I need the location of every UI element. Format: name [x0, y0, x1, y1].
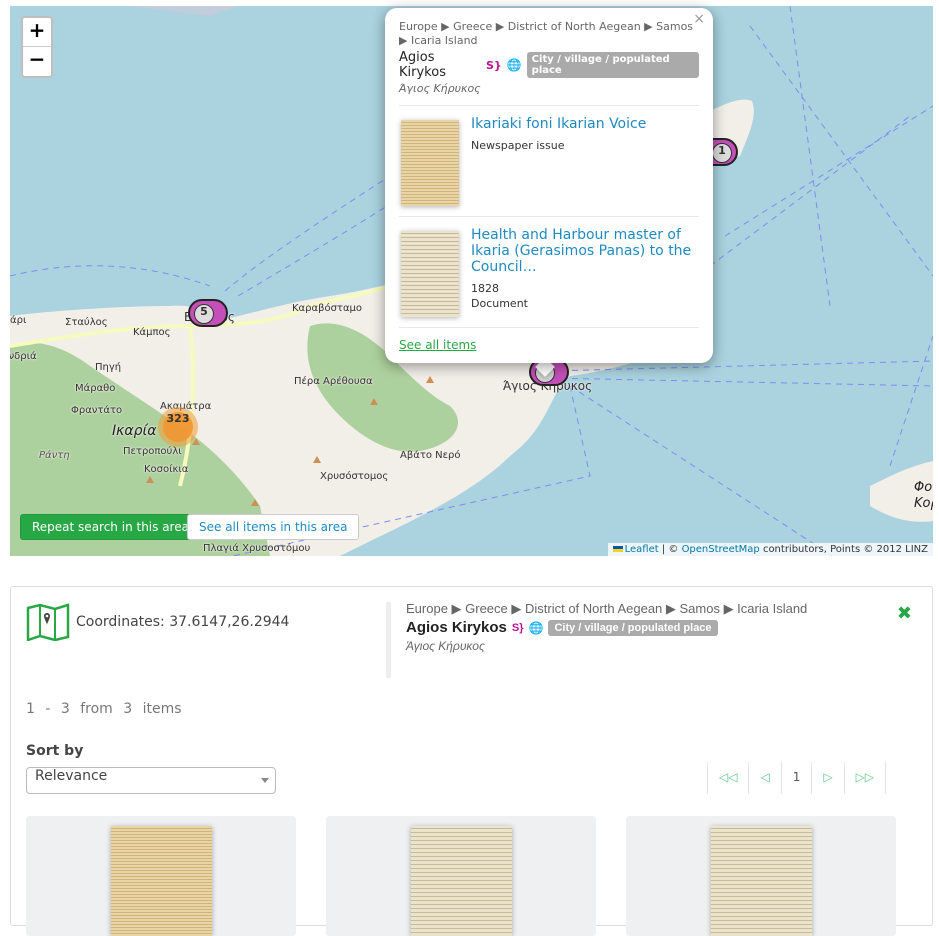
item-type: Newspaper issue: [471, 139, 565, 152]
results-panel: Coordinates: 37.6147,26.2944 Europe ▶ Gr…: [10, 586, 933, 936]
osm-link[interactable]: OpenStreetMap: [682, 544, 760, 555]
map-label-andria: ανδριά: [10, 351, 37, 362]
sort-label: Sort by: [26, 743, 84, 759]
close-icon[interactable]: ✖: [897, 603, 912, 624]
next-page-button[interactable]: ▷: [811, 762, 843, 794]
peak-icon: [313, 456, 321, 463]
result-card[interactable]: [626, 816, 896, 936]
map-pin-icon: [26, 603, 70, 641]
map-label-maratho: Μάραθο: [75, 383, 116, 394]
map-label-chrysostomos: Χρυσόστομος: [320, 471, 389, 482]
map-label-avato-nero: Αβάτο Νερό: [400, 450, 461, 461]
item-type: Document: [471, 297, 528, 310]
see-all-items-link[interactable]: See all items: [399, 338, 699, 352]
repeat-search-button[interactable]: Repeat search in this area: [20, 514, 201, 540]
cluster-count: 1: [712, 143, 732, 163]
result-count: 1 - 3 from 3 items: [26, 701, 182, 717]
attribution-text: contributors, Points © 2012 LINZ: [759, 544, 928, 555]
map-attribution: Leaflet | © OpenStreetMap contributors, …: [607, 543, 933, 556]
popup-close-button[interactable]: ×: [693, 11, 705, 27]
place-type-badge: City / village / populated place: [548, 619, 718, 636]
pagination: ◁◁ ◁ 1 ▷ ▷▷: [707, 762, 887, 794]
peak-icon: [370, 398, 378, 405]
divider: [399, 105, 699, 106]
map-label-ari: άρι: [10, 315, 27, 326]
see-all-in-area-button[interactable]: See all items in this area: [187, 514, 360, 540]
map-label-ikaria: Ικαρία: [112, 423, 157, 439]
cluster-marker[interactable]: 5: [188, 299, 228, 327]
attribution-separator: | ©: [658, 544, 682, 555]
map-label-pigi: Πηγή: [95, 362, 122, 373]
sparql-icon[interactable]: S}: [486, 59, 502, 72]
zoom-in-button[interactable]: +: [23, 18, 51, 47]
coordinates-text: Coordinates: 37.6147,26.2944: [76, 614, 290, 630]
place-type-badge: City / village / populated place: [526, 52, 699, 78]
item-date: 1828: [471, 282, 499, 295]
cluster-count: 5: [194, 304, 214, 324]
leaflet-link[interactable]: Leaflet: [625, 544, 659, 555]
sort-selected-value: Relevance: [35, 768, 108, 784]
sparql-icon[interactable]: S}: [512, 622, 524, 634]
divider: [399, 327, 699, 328]
map-label-petropouli: Πετροπούλι: [123, 446, 182, 457]
map-label-plagia: Πλαγιά Χρυσοστόμου: [203, 543, 311, 554]
ukraine-flag-icon: [612, 546, 623, 552]
peak-icon: [251, 499, 259, 506]
popup-item[interactable]: Health and Harbour master of Ikaria (Ger…: [399, 227, 699, 327]
current-page[interactable]: 1: [780, 762, 812, 794]
map-label-fournoi-2: Κορ: [914, 496, 933, 511]
map-label-frantato: Φραντάτο: [71, 405, 123, 416]
panel-greek-name: Άγιος Κήρυκος: [406, 639, 485, 653]
result-thumbnail[interactable]: [411, 826, 512, 936]
map-label-kosoikia: Κοσοίκια: [144, 464, 189, 475]
first-page-button[interactable]: ◁◁: [707, 762, 748, 794]
peak-icon: [426, 376, 434, 383]
popup-place-row: Agios Kirykos S} 🌐 City / village / popu…: [399, 50, 699, 80]
map-label-fournoi-1: Φο: [914, 480, 933, 495]
sort-select[interactable]: Relevance: [26, 767, 276, 794]
zoom-control: + −: [21, 16, 53, 78]
popup-breadcrumb: Europe ▶ Greece ▶ District of North Aege…: [399, 20, 694, 47]
chevron-down-icon: [261, 778, 269, 783]
map-label-stavlos: Σταύλος: [65, 317, 108, 328]
result-card[interactable]: [326, 816, 596, 936]
divider: [399, 216, 699, 217]
map-label-kampos: Κάμπος: [133, 327, 171, 338]
item-title-link[interactable]: Ikariaki foni Ikarian Voice: [471, 116, 646, 132]
map-label-rachi: Ράντη: [39, 450, 70, 461]
zoom-out-button[interactable]: −: [23, 47, 51, 76]
result-thumbnail[interactable]: [711, 826, 812, 936]
map-label-karavostamo: Καραβόσταμο: [292, 303, 363, 314]
panel-breadcrumb: Europe ▶ Greece ▶ District of North Aege…: [406, 601, 808, 616]
popup-item[interactable]: Ikariaki foni Ikarian Voice Newspaper is…: [399, 116, 699, 216]
map-label-pera-arethousa: Πέρα Αρέθουσα: [294, 376, 373, 387]
popup-greek-name: Άγιος Κήρυκος: [399, 82, 481, 95]
result-thumbnail[interactable]: [111, 826, 212, 936]
item-thumbnail[interactable]: [401, 120, 459, 206]
cluster-count: 323: [163, 412, 193, 442]
coordinates-row: Coordinates: 37.6147,26.2944: [26, 603, 289, 641]
result-card[interactable]: [26, 816, 296, 936]
selected-place: Europe ▶ Greece ▶ District of North Aege…: [386, 602, 807, 678]
last-page-button[interactable]: ▷▷: [843, 762, 887, 794]
globe-icon[interactable]: 🌐: [529, 621, 544, 635]
globe-icon[interactable]: 🌐: [507, 58, 522, 72]
cluster-marker[interactable]: 323: [158, 407, 198, 447]
item-thumbnail[interactable]: [401, 231, 459, 317]
popup-place-name: Agios Kirykos: [399, 50, 446, 80]
map-popup: × Europe ▶ Greece ▶ District of North Ae…: [385, 8, 713, 363]
panel-place-name: Agios Kirykos: [406, 619, 507, 636]
panel-place-row: Agios Kirykos S} 🌐 City / village / popu…: [406, 619, 807, 636]
result-cards: [26, 816, 896, 936]
item-title-link[interactable]: Health and Harbour master of Ikaria (Ger…: [471, 227, 699, 275]
prev-page-button[interactable]: ◁: [748, 762, 780, 794]
peak-icon: [146, 476, 154, 483]
